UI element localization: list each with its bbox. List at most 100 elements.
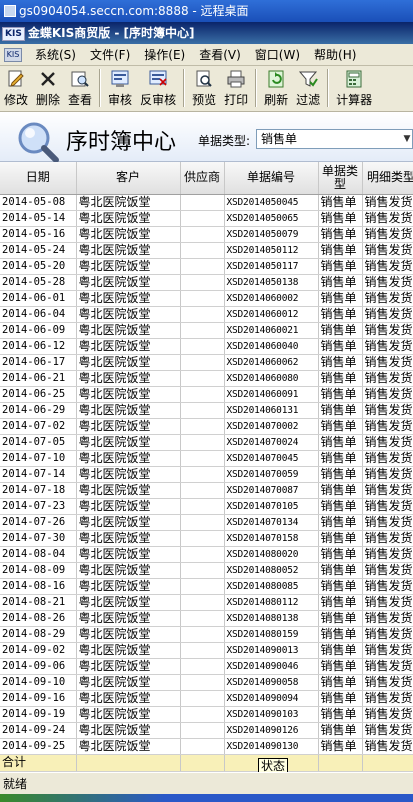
menu-help[interactable]: 帮助(H) [307,46,363,63]
cell-date[interactable]: 2014-09-19 [0,706,77,723]
cell-detail-type[interactable]: 销售发货 [362,322,413,339]
cell-doc-type[interactable]: 销售单 [318,386,363,403]
cell-doc-type[interactable]: 销售单 [318,466,363,483]
cell-doc-number[interactable]: XSD2014090130 [224,738,319,755]
cell-doc-number[interactable]: XSD2014050117 [224,258,319,275]
unapprove-button[interactable]: 反审核 [136,69,180,108]
cell-doc-type[interactable]: 销售单 [318,370,363,387]
cell-date[interactable]: 2014-08-04 [0,546,77,563]
column-header-doc-type[interactable]: 单据类型 [318,162,363,195]
cell-date[interactable]: 2014-07-10 [0,450,77,467]
cell-doc-number[interactable]: XSD2014080085 [224,578,319,595]
table-row[interactable]: 2014-05-08 粤北医院饭堂 XSD2014050045 销售单 销售发货 [0,194,413,211]
cell-doc-number[interactable]: XSD2014090126 [224,722,319,739]
cell-doc-number[interactable]: XSD2014060062 [224,354,319,371]
table-row[interactable]: 2014-06-17 粤北医院饭堂 XSD2014060062 销售单 销售发货 [0,354,413,371]
cell-customer[interactable]: 粤北医院饭堂 [76,562,181,579]
cell-doc-number[interactable]: XSD2014050065 [224,210,319,227]
cell-doc-number[interactable]: XSD2014050138 [224,274,319,291]
cell-supplier[interactable] [180,690,225,707]
cell-detail-type[interactable]: 销售发货 [362,242,413,259]
cell-doc-type[interactable]: 销售单 [318,402,363,419]
cell-detail-type[interactable]: 销售发货 [362,354,413,371]
cell-customer[interactable]: 粤北医院饭堂 [76,610,181,627]
cell-supplier[interactable] [180,290,225,307]
cell-detail-type[interactable]: 销售发货 [362,738,413,755]
cell-date[interactable]: 2014-05-28 [0,274,77,291]
cell-doc-number[interactable]: XSD2014070024 [224,434,319,451]
table-row[interactable]: 2014-09-06 粤北医院饭堂 XSD2014090046 销售单 销售发货 [0,658,413,675]
cell-doc-number[interactable]: XSD2014050112 [224,242,319,259]
cell-customer[interactable]: 粤北医院饭堂 [76,194,181,211]
cell-supplier[interactable] [180,402,225,419]
cell-date[interactable]: 2014-07-23 [0,498,77,515]
cell-supplier[interactable] [180,498,225,515]
cell-doc-type[interactable]: 销售单 [318,242,363,259]
cell-doc-type[interactable]: 销售单 [318,530,363,547]
cell-detail-type[interactable]: 销售发货 [362,210,413,227]
cell-doc-number[interactable]: XSD2014050045 [224,194,319,211]
table-row[interactable]: 2014-09-16 粤北医院饭堂 XSD2014090094 销售单 销售发货 [0,690,413,707]
cell-detail-type[interactable]: 销售发货 [362,386,413,403]
cell-date[interactable]: 2014-09-02 [0,642,77,659]
cell-date[interactable]: 2014-08-09 [0,562,77,579]
cell-supplier[interactable] [180,722,225,739]
cell-supplier[interactable] [180,466,225,483]
cell-doc-type[interactable]: 销售单 [318,690,363,707]
cell-supplier[interactable] [180,354,225,371]
cell-doc-type[interactable]: 销售单 [318,594,363,611]
cell-doc-type[interactable]: 销售单 [318,338,363,355]
cell-doc-type[interactable]: 销售单 [318,434,363,451]
table-row[interactable]: 2014-07-05 粤北医院饭堂 XSD2014070024 销售单 销售发货 [0,434,413,451]
cell-date[interactable]: 2014-07-18 [0,482,77,499]
cell-doc-type[interactable]: 销售单 [318,514,363,531]
cell-doc-type[interactable]: 销售单 [318,610,363,627]
cell-detail-type[interactable]: 销售发货 [362,674,413,691]
cell-doc-type[interactable]: 销售单 [318,210,363,227]
cell-supplier[interactable] [180,706,225,723]
cell-detail-type[interactable]: 销售发货 [362,610,413,627]
cell-supplier[interactable] [180,450,225,467]
table-row[interactable]: 2014-05-24 粤北医院饭堂 XSD2014050112 销售单 销售发货 [0,242,413,259]
cell-customer[interactable]: 粤北医院饭堂 [76,498,181,515]
cell-detail-type[interactable]: 销售发货 [362,258,413,275]
cell-customer[interactable]: 粤北医院饭堂 [76,706,181,723]
cell-date[interactable]: 2014-07-02 [0,418,77,435]
filter-button[interactable]: 过滤 [292,69,324,108]
cell-supplier[interactable] [180,418,225,435]
cell-doc-number[interactable]: XSD2014070087 [224,482,319,499]
cell-customer[interactable]: 粤北医院饭堂 [76,354,181,371]
cell-date[interactable]: 2014-08-26 [0,610,77,627]
cell-doc-number[interactable]: XSD2014060002 [224,290,319,307]
cell-date[interactable]: 2014-07-26 [0,514,77,531]
table-row[interactable]: 2014-05-28 粤北医院饭堂 XSD2014050138 销售单 销售发货 [0,274,413,291]
cell-supplier[interactable] [180,514,225,531]
cell-doc-number[interactable]: XSD2014090046 [224,658,319,675]
delete-button[interactable]: 删除 [32,69,64,108]
cell-detail-type[interactable]: 销售发货 [362,690,413,707]
cell-detail-type[interactable]: 销售发货 [362,274,413,291]
cell-customer[interactable]: 粤北医院饭堂 [76,322,181,339]
cell-doc-number[interactable]: XSD2014070105 [224,498,319,515]
cell-date[interactable]: 2014-09-10 [0,674,77,691]
cell-customer[interactable]: 粤北医院饭堂 [76,738,181,755]
cell-detail-type[interactable]: 销售发货 [362,482,413,499]
cell-customer[interactable]: 粤北医院饭堂 [76,722,181,739]
cell-customer[interactable]: 粤北医院饭堂 [76,434,181,451]
table-row[interactable]: 2014-07-18 粤北医院饭堂 XSD2014070087 销售单 销售发货 [0,482,413,499]
table-row[interactable]: 2014-07-02 粤北医院饭堂 XSD2014070002 销售单 销售发货 [0,418,413,435]
column-header-detail-type[interactable]: 明细类型 [362,162,413,195]
cell-doc-number[interactable]: XSD2014060131 [224,402,319,419]
cell-doc-number[interactable]: XSD2014050079 [224,226,319,243]
cell-date[interactable]: 2014-05-16 [0,226,77,243]
table-row[interactable]: 2014-09-25 粤北医院饭堂 XSD2014090130 销售单 销售发货 [0,738,413,755]
cell-customer[interactable]: 粤北医院饭堂 [76,546,181,563]
cell-detail-type[interactable]: 销售发货 [362,306,413,323]
cell-supplier[interactable] [180,642,225,659]
table-row[interactable]: 2014-09-19 粤北医院饭堂 XSD2014090103 销售单 销售发货 [0,706,413,723]
cell-doc-number[interactable]: XSD2014090103 [224,706,319,723]
table-row[interactable]: 2014-09-02 粤北医院饭堂 XSD2014090013 销售单 销售发货 [0,642,413,659]
cell-date[interactable]: 2014-09-25 [0,738,77,755]
cell-doc-number[interactable]: XSD2014080052 [224,562,319,579]
cell-supplier[interactable] [180,242,225,259]
